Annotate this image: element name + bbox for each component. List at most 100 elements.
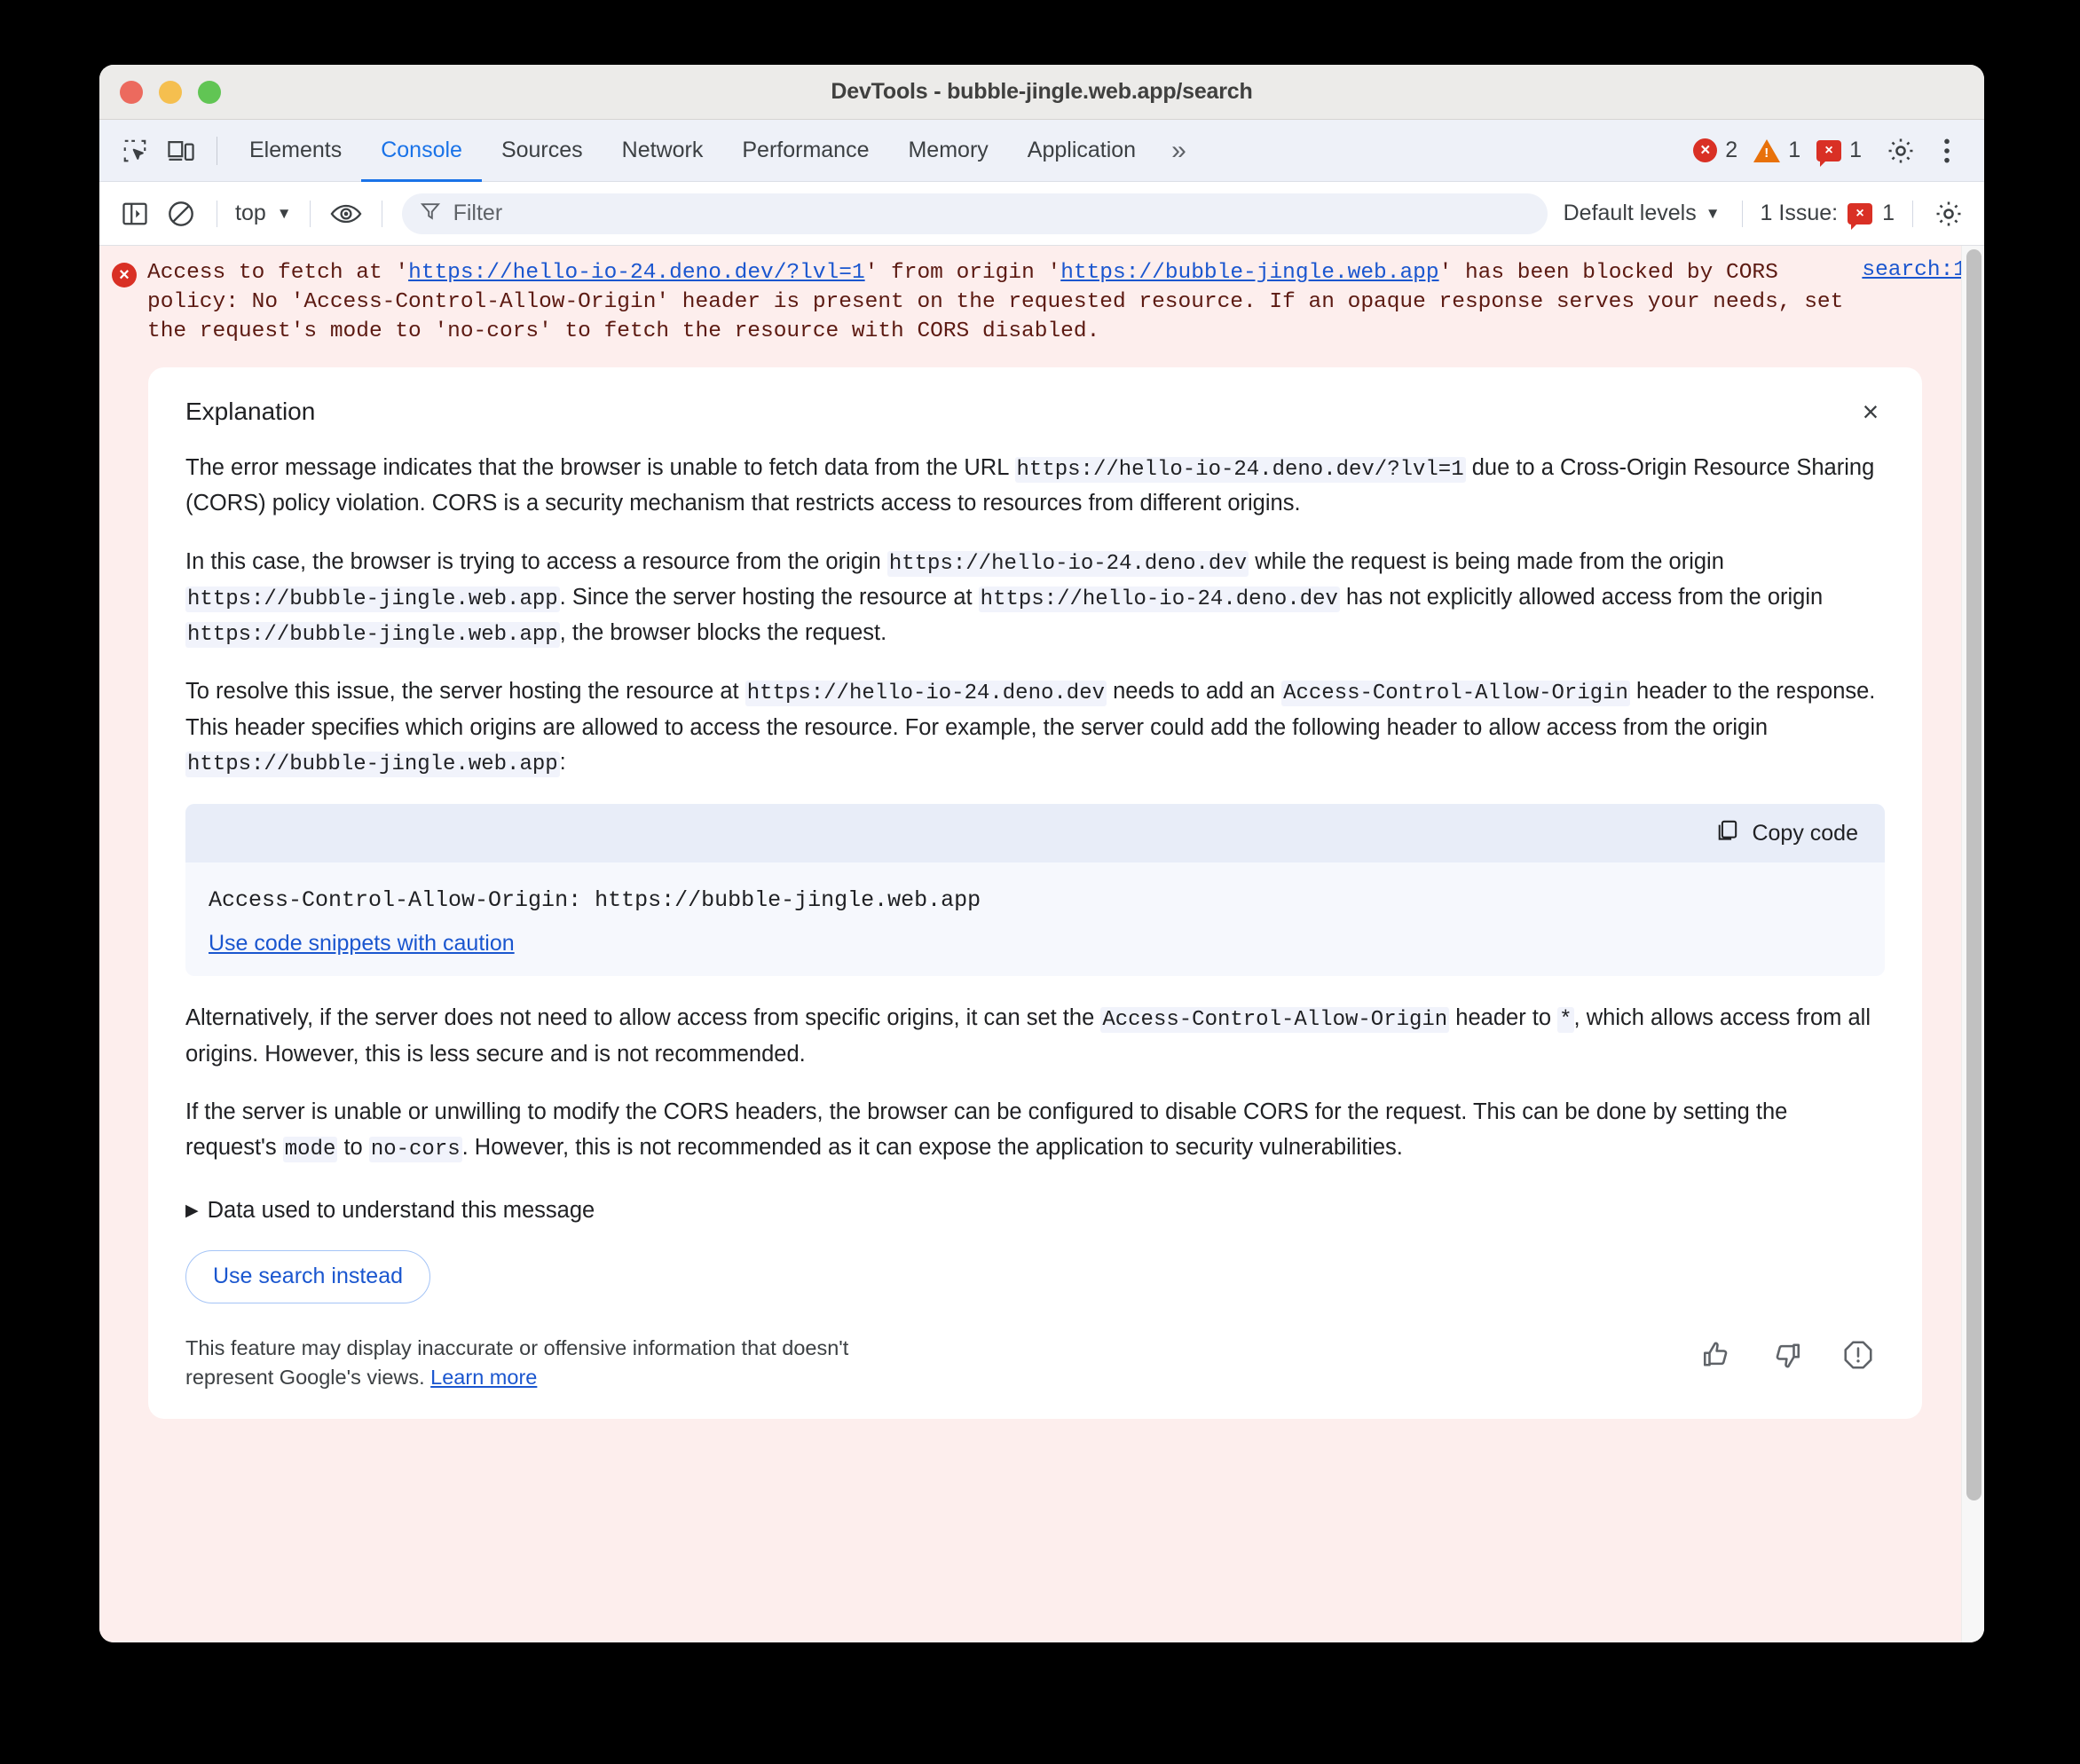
more-tabs-icon[interactable]: » (1155, 136, 1197, 166)
log-levels-selector[interactable]: Default levels ▼ (1555, 201, 1729, 226)
filter-input[interactable]: Filter (401, 193, 1548, 234)
explanation-paragraph: To resolve this issue, the server hostin… (185, 674, 1885, 781)
window-title: DevTools - bubble-jingle.web.app/search (831, 79, 1253, 104)
inline-text: . However, this is not recommended as it… (461, 1134, 1403, 1160)
learn-more-link[interactable]: Learn more (430, 1366, 537, 1389)
issue-badge-icon: × (1848, 202, 1873, 230)
copy-icon (1714, 818, 1739, 849)
inline-text: Access to fetch at ' (147, 261, 409, 285)
copy-code-label: Copy code (1752, 820, 1858, 846)
console-error-message[interactable]: × Access to fetch at 'https://hello-io-2… (99, 246, 1984, 355)
data-used-disclosure[interactable]: ▶ Data used to understand this message (185, 1198, 1885, 1224)
issue-count-group[interactable]: × 1 (1816, 138, 1862, 167)
inline-link[interactable]: https://bubble-jingle.web.app (1060, 261, 1438, 285)
inline-link[interactable]: https://hello-io-24.deno.dev/?lvl=1 (408, 261, 865, 285)
inline-code: mode (282, 1136, 338, 1162)
devtools-tabbar: Elements Console Sources Network Perform… (99, 120, 1984, 182)
inline-code: https://bubble-jingle.web.app (185, 752, 560, 778)
explanation-footer: This feature may display inaccurate or o… (185, 1334, 1885, 1393)
log-levels-label: Default levels (1563, 201, 1697, 225)
explanation-card: Explanation × The error message indicate… (148, 367, 1922, 1420)
tab-memory[interactable]: Memory (888, 120, 1007, 182)
inline-text: . Since the server hosting the resource … (559, 585, 979, 610)
issues-label: 1 Issue: (1760, 201, 1839, 225)
console-settings-gear-icon[interactable] (1926, 191, 1972, 237)
issue-badge-icon: × (1816, 139, 1842, 167)
inline-code: https://hello-io-24.deno.dev (886, 550, 1249, 577)
issues-count-label: 1 (1882, 201, 1895, 225)
code-snippet-text: Access-Control-Allow-Origin: https://bub… (209, 887, 981, 914)
warning-triangle-icon (1753, 138, 1781, 162)
inline-code: https://bubble-jingle.web.app (185, 587, 560, 613)
error-circle-icon: × (112, 263, 137, 287)
tab-performance[interactable]: Performance (722, 120, 888, 182)
console-error-source-link[interactable]: search:1 (1862, 258, 1966, 346)
inline-code: * (1557, 1007, 1574, 1034)
filterbar-divider-4 (1741, 200, 1743, 227)
chevron-right-icon: ▶ (185, 1201, 199, 1220)
inline-code: Access-Control-Allow-Origin (1281, 681, 1630, 707)
disclaimer-text: This feature may display inaccurate or o… (185, 1334, 931, 1393)
thumb-up-icon[interactable] (1700, 1339, 1732, 1371)
console-body: × Access to fetch at 'https://hello-io-2… (99, 246, 1984, 1642)
explanation-paragraph: Alternatively, if the server does not ne… (185, 1001, 1885, 1072)
close-icon[interactable]: × (1851, 392, 1890, 431)
error-circle-icon: × (1693, 138, 1718, 162)
live-expression-icon[interactable] (323, 191, 369, 237)
explanation-paragraph: If the server is unable or unwilling to … (185, 1095, 1885, 1166)
gear-icon[interactable] (1878, 128, 1924, 174)
use-search-instead-button[interactable]: Use search instead (185, 1249, 431, 1303)
error-count-label: 2 (1725, 138, 1738, 162)
inline-code: https://hello-io-24.deno.dev (978, 587, 1340, 613)
inline-text: : (559, 750, 566, 776)
explanation-title: Explanation (185, 398, 316, 426)
inline-text: ' from origin ' (864, 261, 1061, 285)
inline-text: to (337, 1134, 369, 1160)
tab-application[interactable]: Application (1008, 120, 1155, 182)
tab-console[interactable]: Console (361, 120, 482, 182)
inline-text: header to (1449, 1005, 1558, 1031)
tab-network[interactable]: Network (603, 120, 723, 182)
issue-count-label: 1 (1849, 138, 1862, 162)
filter-placeholder-text: Filter (453, 201, 503, 225)
inline-code: https://hello-io-24.deno.dev (745, 681, 1107, 707)
show-console-sidebar-icon[interactable] (112, 191, 158, 237)
inline-code: no-cors (368, 1136, 462, 1162)
error-count-group[interactable]: × 2 (1693, 138, 1737, 163)
kebab-menu-icon[interactable] (1924, 128, 1970, 174)
filterbar-divider-2 (309, 200, 311, 227)
chevron-down-icon: ▼ (276, 204, 292, 222)
devtools-window: DevTools - bubble-jingle.web.app/search … (99, 65, 1984, 1642)
inline-code: https://hello-io-24.deno.dev/?lvl=1 (1014, 457, 1466, 484)
console-scrollbar-thumb[interactable] (1966, 249, 1982, 1500)
feedback-icons (1700, 1339, 1874, 1371)
execution-context-selector[interactable]: top ▼ (230, 201, 297, 226)
explanation-paragraphs: The error message indicates that the bro… (185, 451, 1885, 781)
clear-console-icon[interactable] (158, 191, 204, 237)
code-block-toolbar: Copy code (185, 804, 1885, 863)
inline-text: needs to add an (1107, 679, 1282, 705)
report-issue-icon[interactable] (1842, 1339, 1874, 1371)
console-scrollbar[interactable] (1961, 246, 1984, 1642)
thumb-down-icon[interactable] (1771, 1339, 1803, 1371)
copy-code-button[interactable]: Copy code (1714, 818, 1858, 849)
warning-count-label: 1 (1788, 138, 1801, 162)
explanation-paragraph: In this case, the browser is trying to a… (185, 545, 1885, 652)
warning-count-group[interactable]: 1 (1753, 138, 1800, 163)
code-block-content: Access-Control-Allow-Origin: https://bub… (185, 862, 1885, 976)
device-toolbar-icon[interactable] (158, 128, 204, 174)
issues-counter[interactable]: 1 Issue: × 1 (1755, 201, 1900, 230)
inline-text: In this case, the browser is trying to a… (185, 548, 887, 574)
chevron-down-icon: ▼ (1705, 204, 1721, 222)
filterbar-divider-5 (1912, 200, 1913, 227)
tab-sources[interactable]: Sources (482, 120, 603, 182)
inspect-element-icon[interactable] (112, 128, 158, 174)
console-error-text: Access to fetch at 'https://hello-io-24.… (147, 258, 1851, 346)
inline-code: https://bubble-jingle.web.app (185, 622, 560, 649)
code-caution-link[interactable]: Use code snippets with caution (209, 931, 515, 957)
execution-context-label: top (235, 201, 266, 225)
window-titlebar: DevTools - bubble-jingle.web.app/search (99, 65, 1984, 120)
inline-text: while the request is being made from the… (1249, 548, 1724, 574)
tab-elements[interactable]: Elements (230, 120, 361, 182)
explanation-paragraphs-after: Alternatively, if the server does not ne… (185, 1001, 1885, 1165)
